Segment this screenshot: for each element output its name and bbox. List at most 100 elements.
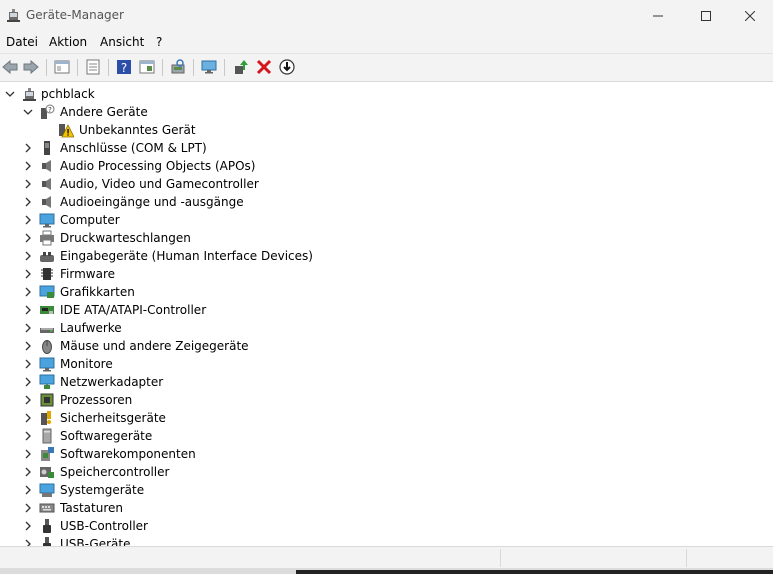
tree-category-label: Andere Geräte (60, 105, 148, 119)
unknown-device-icon: ? (39, 104, 55, 120)
tree-root[interactable]: pchblack (0, 85, 773, 103)
tree-category[interactable]: Laufwerke (0, 319, 773, 337)
chevron-right-icon[interactable] (23, 287, 33, 297)
tree-device-unbekanntes-geraet[interactable]: Unbekanntes Gerät (0, 121, 773, 139)
chevron-right-icon[interactable] (23, 233, 33, 243)
chevron-right-icon[interactable] (23, 377, 33, 387)
close-button[interactable] (727, 0, 773, 31)
update-driver-icon (235, 60, 248, 74)
chevron-right-icon[interactable] (23, 179, 33, 189)
tree-category-label: Audio, Video und Gamecontroller (60, 177, 259, 191)
tree-category[interactable]: Computer (0, 211, 773, 229)
download-driver-button[interactable] (278, 58, 296, 76)
chevron-right-icon[interactable] (23, 323, 33, 333)
menu-datei[interactable]: Datei (6, 35, 38, 49)
chevron-right-icon[interactable] (23, 143, 33, 153)
monitor-icon (201, 60, 217, 74)
keyboard-icon (39, 500, 55, 516)
toolbar-separator (108, 59, 109, 76)
chevron-right-icon[interactable] (23, 539, 33, 546)
tree-category[interactable]: Netzwerkadapter (0, 373, 773, 391)
tree-category-label: Tastaturen (60, 501, 123, 515)
tree-category[interactable]: Speichercontroller (0, 463, 773, 481)
chevron-right-icon[interactable] (23, 431, 33, 441)
chevron-down-icon[interactable] (5, 89, 15, 99)
title-bar: Geräte-Manager (0, 0, 773, 31)
tree-category[interactable]: Mäuse und andere Zeigegeräte (0, 337, 773, 355)
software-device-icon (39, 428, 55, 444)
tree-device-label: Unbekanntes Gerät (79, 123, 196, 137)
tree-category-andere-geraete[interactable]: ? Andere Geräte (0, 103, 773, 121)
tree-category-label: Speichercontroller (60, 465, 170, 479)
chevron-right-icon[interactable] (23, 269, 33, 279)
tree-category[interactable]: Softwaregeräte (0, 427, 773, 445)
tree-category[interactable]: Audioeingänge und -ausgänge (0, 193, 773, 211)
tree-category[interactable]: Audio Processing Objects (APOs) (0, 157, 773, 175)
menu-aktion[interactable]: Aktion (49, 35, 87, 49)
update-driver-button[interactable] (232, 58, 250, 76)
chevron-right-icon[interactable] (23, 485, 33, 495)
tree-category[interactable]: Tastaturen (0, 499, 773, 517)
tree-category[interactable]: Softwarekomponenten (0, 445, 773, 463)
tree-category[interactable]: Grafikkarten (0, 283, 773, 301)
chevron-right-icon[interactable] (23, 521, 33, 531)
help-icon: ? (117, 60, 131, 75)
tree-category[interactable]: Audio, Video und Gamecontroller (0, 175, 773, 193)
tree-category-label: Prozessoren (60, 393, 133, 407)
tree-category-label: Eingabegeräte (Human Interface Devices) (60, 249, 313, 263)
back-button[interactable] (1, 58, 19, 76)
tree-category[interactable]: Sicherheitsgeräte (0, 409, 773, 427)
view-button[interactable] (138, 58, 156, 76)
maximize-button[interactable] (683, 0, 729, 31)
tree-category[interactable]: Eingabegeräte (Human Interface Devices) (0, 247, 773, 265)
status-pane (686, 549, 773, 567)
tree-category-label: Druckwarteschlangen (60, 231, 191, 245)
menu-help[interactable]: ? (156, 35, 162, 49)
properties-pane-button[interactable] (53, 58, 71, 76)
menu-ansicht[interactable]: Ansicht (100, 35, 144, 49)
chevron-right-icon[interactable] (23, 467, 33, 477)
chevron-right-icon[interactable] (23, 161, 33, 171)
chevron-right-icon[interactable] (23, 197, 33, 207)
tree-category-label: Computer (60, 213, 120, 227)
toolbar-separator (224, 59, 225, 76)
maximize-icon (701, 10, 711, 21)
chevron-right-icon[interactable] (23, 449, 33, 459)
tree-category[interactable]: USB-Controller (0, 517, 773, 535)
device-list-button[interactable] (84, 58, 102, 76)
chevron-right-icon[interactable] (23, 305, 33, 315)
chevron-right-icon[interactable] (23, 395, 33, 405)
tree-category[interactable]: IDE ATA/ATAPI-Controller (0, 301, 773, 319)
tree-category-label: Firmware (60, 267, 115, 281)
speaker-icon (39, 194, 55, 210)
tree-category[interactable]: Systemgeräte (0, 481, 773, 499)
help-button[interactable]: ? (115, 58, 133, 76)
download-driver-icon (279, 59, 295, 75)
toolbar: ? (0, 53, 773, 82)
uninstall-button[interactable] (255, 58, 273, 76)
tree-category[interactable]: Anschlüsse (COM & LPT) (0, 139, 773, 157)
tree-category[interactable]: Prozessoren (0, 391, 773, 409)
forward-button[interactable] (22, 58, 40, 76)
device-tree[interactable]: pchblack ? Andere Geräte Unbekanntes Ger… (0, 82, 773, 546)
status-pane (500, 549, 687, 567)
tree-category[interactable]: Druckwarteschlangen (0, 229, 773, 247)
chevron-right-icon[interactable] (23, 251, 33, 261)
chevron-right-icon[interactable] (23, 341, 33, 351)
tree-category[interactable]: Monitore (0, 355, 773, 373)
tree-root-label: pchblack (41, 87, 95, 101)
taskbar-edge (0, 568, 773, 574)
minimize-button[interactable] (635, 0, 681, 31)
chevron-right-icon[interactable] (23, 215, 33, 225)
scan-hardware-icon (171, 59, 185, 74)
chevron-right-icon[interactable] (23, 503, 33, 513)
uninstall-icon (256, 59, 272, 75)
chevron-right-icon[interactable] (23, 359, 33, 369)
window-title: Geräte-Manager (26, 8, 124, 22)
chevron-down-icon[interactable] (23, 107, 33, 117)
tree-category[interactable]: Firmware (0, 265, 773, 283)
scan-hardware-button[interactable] (169, 58, 187, 76)
monitor-button[interactable] (200, 58, 218, 76)
tree-category[interactable]: USB-Geräte (0, 535, 773, 546)
chevron-right-icon[interactable] (23, 413, 33, 423)
